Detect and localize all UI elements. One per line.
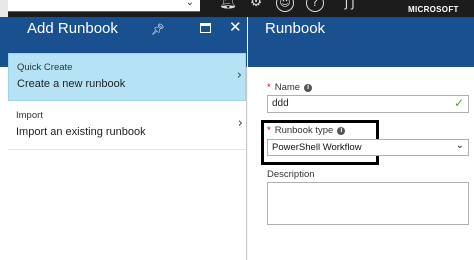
close-icon[interactable]: ✕ <box>229 18 242 36</box>
description-field[interactable] <box>267 182 469 225</box>
runbook-blade: Runbook * Name i ddd ✓ * Runbook type i Powe… <box>248 17 474 260</box>
chevron-right-icon: › <box>237 116 243 131</box>
chevron-right-icon: › <box>236 68 242 83</box>
smiley-icon[interactable]: ☺ <box>276 0 294 12</box>
maximize-icon[interactable] <box>200 23 211 33</box>
chevron-down-icon[interactable]: ⌄ <box>456 140 464 151</box>
top-bar: ⌄ 🔔︎ ⚙ ☺ ? ʃ ʃ MICROSOFT <box>0 0 474 17</box>
info-icon[interactable]: i <box>337 127 346 135</box>
gear-icon[interactable]: ⚙ <box>246 0 266 14</box>
required-icon: * <box>267 125 271 136</box>
blade-title: Add Runbook <box>27 20 118 37</box>
description-label: Description <box>267 169 315 180</box>
chevron-down-icon[interactable]: ⌄ <box>186 0 194 8</box>
quick-create-option[interactable]: Quick Create Create a new runbook › <box>8 53 246 101</box>
blade-title: Runbook <box>265 20 326 37</box>
pin-icon[interactable]: 📌︎ <box>151 23 165 36</box>
runbook-type-select[interactable]: PowerShell Workflow ⌄ <box>267 139 469 156</box>
help-icon[interactable]: ? <box>306 0 324 12</box>
option-category: Import <box>16 110 43 121</box>
checkmark-icon: ✓ <box>453 96 464 110</box>
option-description: Import an existing runbook <box>16 126 146 138</box>
option-category: Quick Create <box>17 62 73 73</box>
blade-header: Runbook <box>248 17 474 67</box>
bell-icon[interactable]: 🔔︎ <box>218 0 238 14</box>
name-field[interactable]: ddd ✓ <box>267 95 469 113</box>
required-icon: * <box>267 82 271 93</box>
name-label: * Name i <box>267 82 313 93</box>
search-box[interactable]: ⌄ <box>0 0 200 12</box>
option-description: Create a new runbook <box>17 78 126 90</box>
user-icon[interactable]: ʃ ʃ <box>345 0 354 10</box>
brand-label: MICROSOFT <box>408 5 459 14</box>
import-option[interactable]: Import Import an existing runbook › <box>8 102 246 150</box>
info-icon[interactable]: i <box>304 84 313 92</box>
runbook-type-label: * Runbook type i <box>267 125 346 136</box>
